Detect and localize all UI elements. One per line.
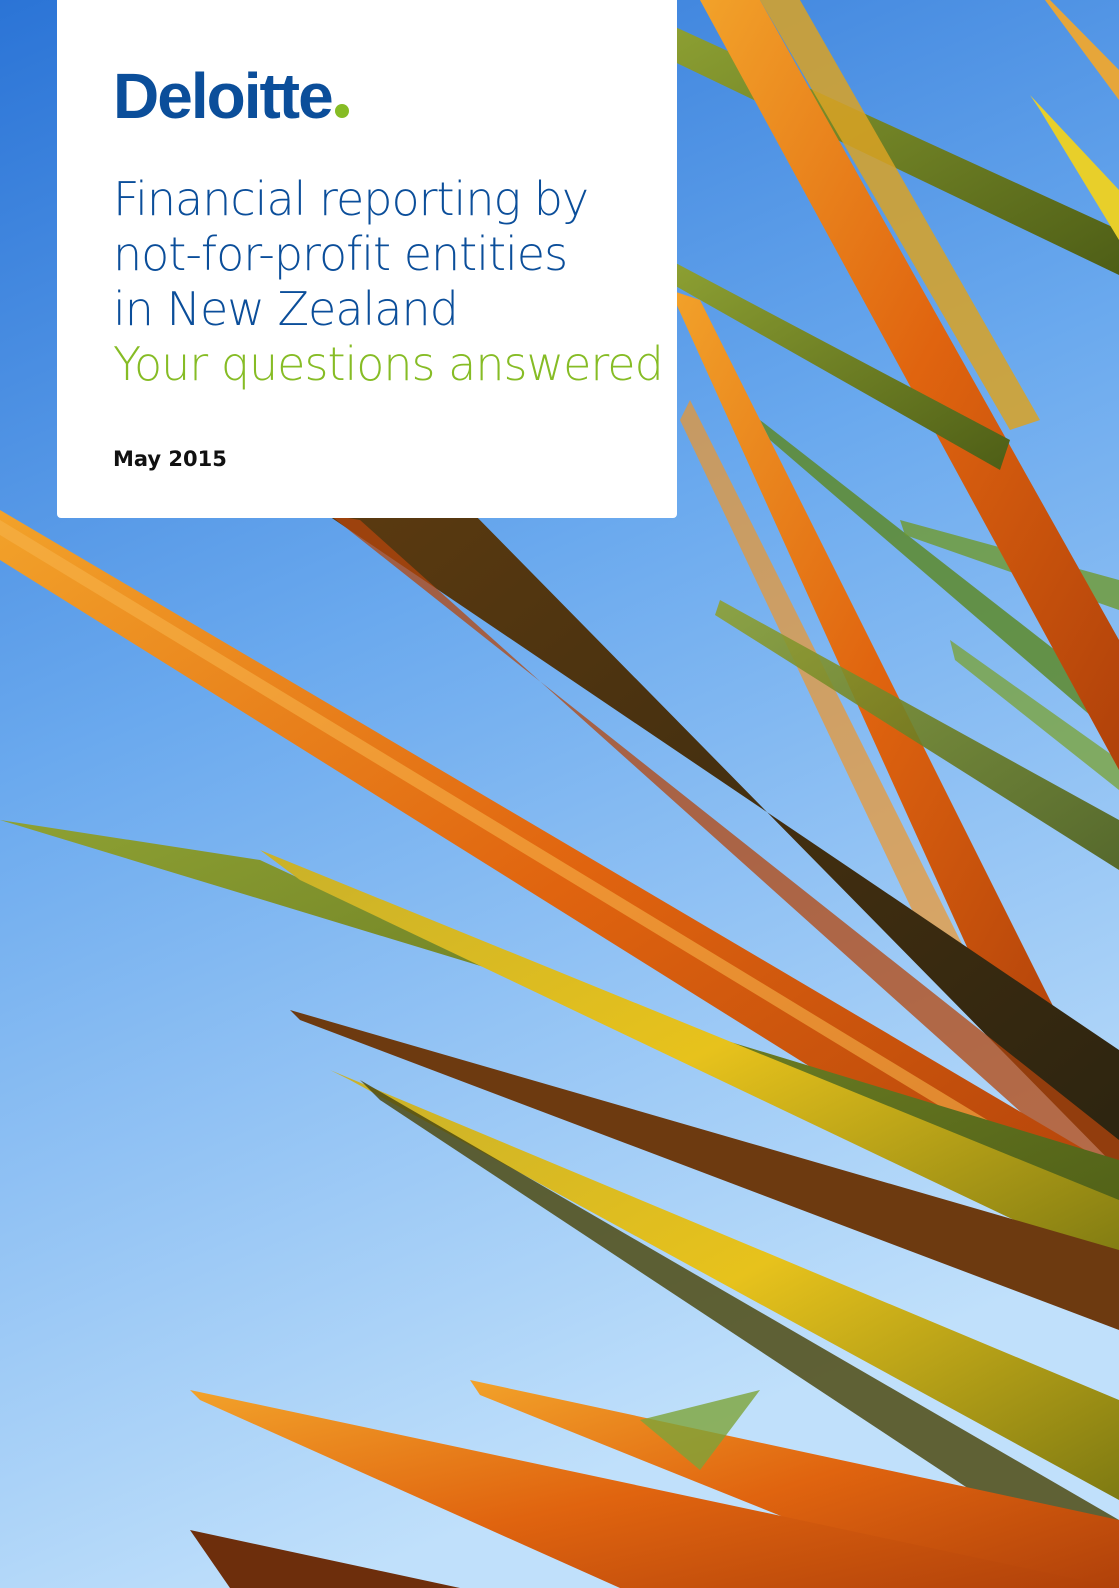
publication-date: May 2015: [113, 447, 227, 471]
title-line-3: in New Zealand: [113, 282, 459, 336]
report-subtitle: Your questions answered: [113, 337, 664, 391]
deloitte-logo: Deloitte: [113, 64, 349, 128]
report-title: Financial reporting by not-for-profit en…: [113, 172, 673, 392]
logo-green-dot: [334, 104, 349, 118]
title-card: Deloitte Financial reporting by not-for-…: [57, 0, 677, 518]
title-line-2: not-for-profit entities: [113, 227, 568, 281]
logo-wordmark: Deloitte: [113, 60, 334, 132]
title-line-1: Financial reporting by: [113, 172, 589, 226]
